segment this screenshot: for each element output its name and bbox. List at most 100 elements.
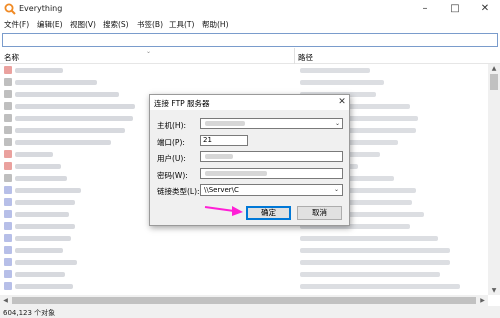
menu-view[interactable]: 视图(V): [70, 19, 96, 30]
chevron-down-icon[interactable]: ⌄: [334, 185, 339, 195]
list-item[interactable]: [0, 76, 488, 88]
file-icon: [4, 198, 12, 206]
redacted-file-path: [300, 236, 438, 241]
host-field[interactable]: ⌄: [200, 118, 343, 129]
file-icon: [4, 222, 12, 230]
title-bar: Everything – □ ✕: [0, 0, 500, 18]
search-input[interactable]: [2, 33, 498, 47]
scroll-up-icon[interactable]: ▲: [488, 64, 500, 73]
file-icon: [4, 174, 12, 182]
ok-button[interactable]: 确定: [246, 206, 291, 220]
list-item[interactable]: [0, 232, 488, 244]
redacted-file-name: [15, 104, 135, 109]
file-icon: [4, 186, 12, 194]
dialog-title: 连接 FTP 服务器: [154, 99, 210, 108]
sort-arrow-icon: ⌄: [146, 48, 152, 55]
port-field[interactable]: 21: [200, 135, 248, 146]
file-icon: [4, 234, 12, 242]
file-icon: [4, 66, 12, 74]
ftp-connect-dialog: 连接 FTP 服务器 ✕ 主机(H): ⌄ 端口(P): 21 用户(U): 密…: [149, 94, 350, 226]
redacted-text: [205, 121, 245, 126]
redacted-file-name: [15, 272, 65, 277]
scroll-down-icon[interactable]: ▼: [488, 286, 500, 295]
redacted-file-path: [300, 260, 450, 265]
menu-file[interactable]: 文件(F): [4, 19, 29, 30]
redacted-file-name: [15, 116, 133, 121]
minimize-icon[interactable]: –: [410, 0, 440, 18]
file-icon: [4, 78, 12, 86]
everything-app-icon: [4, 3, 16, 15]
file-icon: [4, 246, 12, 254]
redacted-file-name: [15, 92, 119, 97]
password-field[interactable]: [200, 168, 343, 179]
list-item[interactable]: [0, 64, 488, 76]
horizontal-scroll-thumb[interactable]: [12, 297, 476, 304]
redacted-file-path: [300, 272, 440, 277]
object-count: 604,123 个对象: [3, 309, 56, 317]
column-divider[interactable]: [294, 48, 295, 64]
menu-bookmarks[interactable]: 书签(B): [137, 19, 163, 30]
redacted-file-name: [15, 176, 67, 181]
column-header: ⌄ 名称 路径: [0, 48, 500, 64]
link-type-label: 链接类型(L):: [157, 187, 200, 196]
link-type-select[interactable]: \\Server\C ⌄: [200, 184, 343, 196]
file-icon: [4, 102, 12, 110]
redacted-text: [205, 154, 233, 159]
scroll-right-icon[interactable]: ▶: [477, 295, 488, 306]
port-label: 端口(P):: [157, 138, 185, 147]
menu-bar: 文件(F) 编辑(E) 视图(V) 搜索(S) 书签(B) 工具(T) 帮助(H…: [0, 18, 500, 31]
file-icon: [4, 270, 12, 278]
list-item[interactable]: [0, 280, 488, 292]
file-icon: [4, 114, 12, 122]
redacted-file-path: [300, 68, 370, 73]
redacted-file-name: [15, 80, 97, 85]
close-icon[interactable]: ✕: [470, 0, 500, 18]
redacted-file-path: [300, 284, 460, 289]
user-label: 用户(U):: [157, 154, 186, 163]
redacted-text: [205, 171, 267, 176]
redacted-file-name: [15, 284, 73, 289]
link-type-value: \\Server\C: [204, 186, 239, 194]
host-label: 主机(H):: [157, 121, 187, 130]
redacted-file-name: [15, 224, 75, 229]
menu-tools[interactable]: 工具(T): [169, 19, 194, 30]
menu-edit[interactable]: 编辑(E): [37, 19, 63, 30]
horizontal-scrollbar[interactable]: ◀ ▶: [0, 295, 488, 306]
file-icon: [4, 150, 12, 158]
redacted-file-path: [300, 248, 450, 253]
scroll-left-icon[interactable]: ◀: [0, 295, 11, 306]
list-item[interactable]: [0, 256, 488, 268]
redacted-file-name: [15, 188, 81, 193]
list-item[interactable]: [0, 244, 488, 256]
maximize-icon[interactable]: □: [440, 0, 470, 18]
menu-help[interactable]: 帮助(H): [202, 19, 229, 30]
cancel-button[interactable]: 取消: [297, 206, 342, 220]
redacted-file-name: [15, 128, 125, 133]
vertical-scroll-thumb[interactable]: [490, 74, 498, 90]
redacted-file-name: [15, 68, 63, 73]
redacted-file-name: [15, 260, 77, 265]
dialog-close-icon[interactable]: ✕: [336, 96, 348, 108]
redacted-file-name: [15, 212, 69, 217]
file-icon: [4, 258, 12, 266]
password-label: 密码(W):: [157, 171, 188, 180]
file-icon: [4, 210, 12, 218]
chevron-down-icon[interactable]: ⌄: [335, 119, 340, 128]
file-icon: [4, 90, 12, 98]
window-title: Everything: [19, 4, 63, 13]
list-item[interactable]: [0, 268, 488, 280]
redacted-file-name: [15, 152, 53, 157]
redacted-file-name: [15, 164, 61, 169]
vertical-scrollbar[interactable]: ▲ ▼: [488, 64, 500, 295]
annotation-arrow-icon: [204, 206, 243, 216]
redacted-file-name: [15, 200, 75, 205]
status-bar: 604,123 个对象: [0, 306, 500, 318]
column-name-header[interactable]: 名称: [4, 52, 19, 63]
redacted-file-path: [300, 80, 384, 85]
column-path-header[interactable]: 路径: [298, 52, 313, 63]
file-icon: [4, 162, 12, 170]
file-icon: [4, 282, 12, 290]
dialog-title-bar: 连接 FTP 服务器 ✕: [150, 95, 349, 110]
menu-search[interactable]: 搜索(S): [103, 19, 129, 30]
user-field[interactable]: [200, 151, 343, 162]
